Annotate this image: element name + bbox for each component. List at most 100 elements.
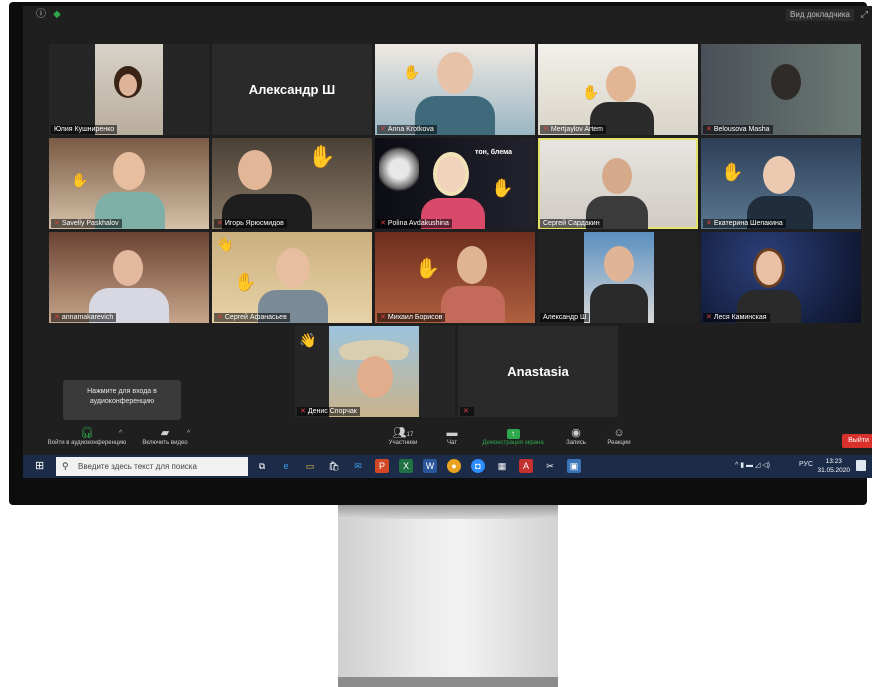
participant-name: ✕ Леся Каминская	[703, 313, 770, 322]
participant-name: ✕ Belousova Masha	[703, 125, 773, 134]
taskbar-clock[interactable]: 13:23 31.05.2020	[817, 457, 850, 475]
speaker-view-button[interactable]: Вид докладчика	[786, 9, 854, 21]
zoom-meeting-taskbar-icon[interactable]: ▣	[567, 459, 581, 473]
participants-button[interactable]: 👥︎17 Участники	[383, 426, 423, 454]
participant-name: ✕ annamakarevich	[51, 313, 117, 322]
video-tile[interactable]: ✋ ✕ Игорь Ярюсмидов	[212, 138, 372, 229]
participant-name: ✕ Екатерина Шепакина	[703, 219, 786, 228]
video-tile[interactable]: ✋ ✕ Savelly Paskhalov	[49, 138, 209, 229]
chevron-up-icon[interactable]: ^	[119, 430, 122, 437]
mic-muted-icon: ✕	[706, 126, 712, 133]
waving-hand-icon: ✋	[582, 84, 600, 100]
participant-name: ✕ Polina Avdakushina	[377, 219, 452, 228]
system-tray-icons[interactable]: ^ ▮ ▬ ◿ ◁)	[735, 461, 770, 469]
chevron-up-icon[interactable]: ^	[187, 430, 190, 437]
join-audio-button[interactable]: 🎧︎ Войти в аудиоконференцию	[35, 426, 139, 454]
monitor-bezel: ⓘ ◆ Вид докладчика ⤢ Юлия Кушниренко Але…	[9, 2, 872, 505]
leave-button[interactable]: Выйти	[842, 434, 872, 448]
mic-muted-icon: ✕	[706, 314, 712, 321]
participant-figure	[457, 246, 487, 284]
headphones-icon: 🎧︎	[80, 427, 94, 439]
language-indicator[interactable]: РУС	[799, 461, 813, 468]
video-tile[interactable]: ✕ Belousova Masha	[701, 44, 861, 135]
zoom-screen: ⓘ ◆ Вид докладчика ⤢ Юлия Кушниренко Але…	[23, 6, 872, 478]
mic-muted-icon: ✕	[463, 408, 469, 415]
windows-start-icon[interactable]: ⊞	[35, 460, 47, 472]
mic-muted-icon: ✕	[380, 126, 386, 133]
powerpoint-icon[interactable]: P	[375, 459, 389, 473]
chat-bubble-icon: ▬	[446, 427, 458, 439]
file-explorer-icon[interactable]: ▭	[303, 459, 317, 473]
video-tile[interactable]: Александр Ш	[212, 44, 372, 135]
monitor-stand-shadow	[338, 505, 558, 519]
astronaut-background	[379, 144, 419, 194]
reactions-button[interactable]: ☺ Реакции	[601, 426, 637, 454]
video-tile[interactable]: Юлия Кушниренко	[49, 44, 209, 135]
waving-hand-icon: ✋	[721, 162, 744, 182]
record-icon: ◉	[571, 427, 581, 439]
meeting-top-bar: ⓘ ◆ Вид докладчика ⤢	[23, 6, 872, 24]
store-icon[interactable]: 🛍︎	[327, 459, 341, 473]
video-tile[interactable]: ✋ ✕ Михаил Борисов	[375, 232, 535, 323]
monitor-stand-base	[338, 677, 558, 687]
participant-figure	[119, 74, 137, 96]
snipping-tool-icon[interactable]: ✂	[543, 459, 557, 473]
participant-figure	[753, 248, 785, 288]
waving-hand-reaction-icon: 👋	[216, 236, 234, 252]
record-button[interactable]: ◉ Запись	[561, 426, 591, 454]
video-tile[interactable]: ✕ Леся Каминская	[701, 232, 861, 323]
fullscreen-icon[interactable]: ⤢	[861, 9, 868, 20]
waving-hand-icon: ✋	[234, 272, 257, 292]
participant-name: Юлия Кушниренко	[51, 125, 118, 134]
video-tile[interactable]: Anastasia ✕	[458, 326, 618, 417]
video-tile-active-speaker[interactable]: Сергей Сардакин	[538, 138, 698, 229]
windows-taskbar: ⊞ ⚲ Введите здесь текст для поиска ⧉ e ▭…	[23, 455, 872, 478]
video-tile[interactable]: Александр Ш	[538, 232, 698, 323]
mic-muted-icon: ✕	[543, 126, 549, 133]
video-tile[interactable]: ✋ ✕ Екатерина Шепакина	[701, 138, 861, 229]
taskbar-search-box[interactable]: ⚲ Введите здесь текст для поиска	[56, 457, 248, 476]
join-audio-tooltip: Нажмите для входа в аудиоконференцию	[63, 380, 181, 420]
background-caption: тон, блема	[475, 149, 513, 156]
pdf-reader-icon[interactable]: A	[519, 459, 533, 473]
waving-hand-reaction-icon: 👋	[299, 332, 317, 348]
shield-icon[interactable]: ◆	[51, 9, 63, 21]
mic-muted-icon: ✕	[54, 314, 60, 321]
participant-big-name: Anastasia	[507, 363, 569, 379]
share-screen-button[interactable]: ↑ Демонстрация экрана	[475, 426, 551, 454]
participant-body	[441, 286, 505, 323]
word-icon[interactable]: W	[423, 459, 437, 473]
waving-hand-icon: ✋	[71, 172, 89, 188]
video-tile[interactable]: 👋 ✋ ✕ Сергей Афанасьев	[212, 232, 372, 323]
video-tile[interactable]: ✋ ✕ Mertjaylov Artem	[538, 44, 698, 135]
participant-figure	[763, 156, 795, 194]
participant-name: ✕ Михаил Борисов	[377, 313, 446, 322]
video-tile[interactable]: 👋 ✕ Денис Спорчак	[295, 326, 455, 417]
participant-figure	[357, 356, 393, 398]
edge-browser-icon[interactable]: e	[279, 459, 293, 473]
video-tile[interactable]: ✋ ✕ Anna Krotkova	[375, 44, 535, 135]
participant-figure	[606, 66, 636, 102]
notification-center-icon[interactable]	[856, 460, 866, 471]
participant-big-name: Александр Ш	[248, 81, 336, 97]
participant-name: ✕ Сергей Афанасьев	[214, 313, 290, 322]
info-icon[interactable]: ⓘ	[35, 9, 47, 21]
chat-button[interactable]: ▬ Чат	[439, 426, 465, 454]
participant-figure	[771, 64, 801, 100]
participant-figure	[113, 152, 145, 190]
mic-muted-icon: ✕	[300, 408, 306, 415]
share-screen-icon: ↑	[475, 426, 551, 440]
zoom-app-icon[interactable]: ◘	[471, 459, 485, 473]
excel-icon[interactable]: X	[399, 459, 413, 473]
participant-figure	[113, 250, 143, 286]
participant-name: ✕	[460, 407, 474, 416]
calculator-icon[interactable]: ▦	[495, 459, 509, 473]
participant-figure	[437, 52, 473, 94]
chrome-icon[interactable]: ●	[447, 459, 461, 473]
task-view-icon[interactable]: ⧉	[255, 459, 269, 473]
mic-muted-icon: ✕	[54, 220, 60, 227]
video-tile[interactable]: тон, блема ✋ ✕ Polina Avdakushina	[375, 138, 535, 229]
search-icon: ⚲	[62, 461, 69, 471]
video-tile[interactable]: ✕ annamakarevich	[49, 232, 209, 323]
mail-icon[interactable]: ✉	[351, 459, 365, 473]
